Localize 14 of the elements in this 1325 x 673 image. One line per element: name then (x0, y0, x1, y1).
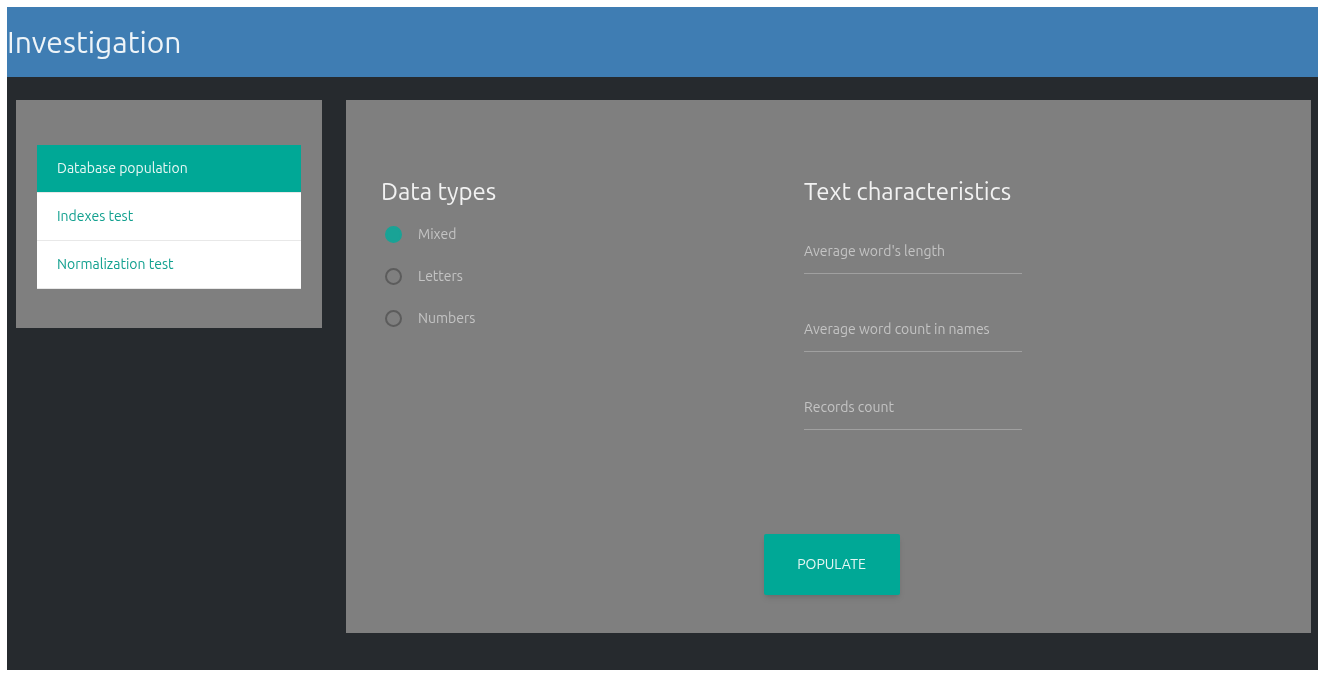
populate-button[interactable]: POPULATE (763, 534, 900, 595)
menu-item[interactable]: Database population (37, 145, 301, 193)
input-field[interactable]: Average word count in names (804, 306, 1022, 352)
radio-label: Mixed (418, 225, 457, 244)
input-field[interactable]: Records count (804, 384, 1022, 430)
radio-button[interactable] (385, 310, 402, 327)
section-heading: Data types (381, 180, 498, 204)
radio-button[interactable] (385, 226, 402, 243)
radio-label: Numbers (418, 309, 476, 328)
section-heading: Text characteristics (804, 180, 1013, 204)
radio-button[interactable] (385, 268, 402, 285)
input-field[interactable]: Average word's length (804, 228, 1022, 274)
app-title: Investigation (7, 27, 182, 57)
radio-label: Letters (418, 267, 463, 286)
